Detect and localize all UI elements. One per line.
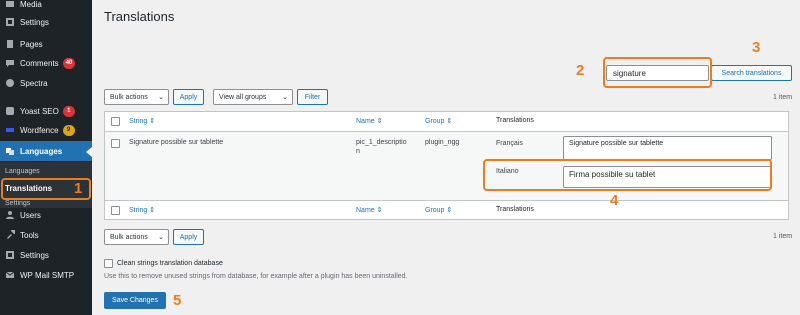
yoast-icon [5, 106, 15, 116]
sidebar-item-spectra[interactable]: Spectra [0, 73, 92, 93]
column-group-footer[interactable]: Group ⇕ [425, 206, 452, 214]
comments-icon [5, 58, 15, 68]
select-value: Bulk actions [110, 233, 148, 241]
sort-icon: ⇕ [149, 118, 156, 125]
wordfence-count-badge: 9 [62, 124, 75, 136]
tools-icon [5, 230, 15, 240]
group-cell: plugin_ngg [425, 139, 460, 146]
sort-icon: ⇕ [446, 118, 453, 125]
users-icon [5, 210, 15, 220]
sidebar-item-settings-top[interactable]: Settings [0, 12, 92, 32]
sort-icon: ⇕ [149, 207, 156, 214]
column-string-footer[interactable]: String ⇕ [129, 206, 155, 214]
languages-icon [5, 146, 15, 156]
annotation-number-5: 5 [173, 292, 182, 309]
sidebar-item-label: Wordfence [20, 125, 59, 135]
row-checkbox[interactable] [111, 139, 120, 148]
select-all-checkbox[interactable] [111, 117, 120, 126]
select-all-checkbox-footer[interactable] [111, 206, 120, 215]
submenu-languages[interactable]: Languages [5, 168, 40, 175]
clean-strings-note: Use this to remove unused strings from d… [104, 273, 408, 280]
mail-icon [5, 270, 15, 280]
sidebar-item-pages[interactable]: Pages [0, 34, 92, 54]
bulk-actions-select-top[interactable]: Bulk actions ⌄ [104, 89, 169, 105]
sidebar-item-wp-mail-smtp[interactable]: WP Mail SMTP [0, 265, 92, 285]
column-name-footer[interactable]: Name ⇕ [356, 206, 383, 214]
groups-filter-select[interactable]: View all groups ⌄ [213, 89, 293, 105]
clean-strings-checkbox[interactable] [104, 259, 113, 268]
sort-icon: ⇕ [376, 207, 383, 214]
sidebar-item-tools[interactable]: Tools [0, 225, 92, 245]
annotation-number-1: 1 [74, 180, 83, 197]
table-header: String ⇕ Name ⇕ Group ⇕ Translations [105, 112, 788, 132]
column-translations-footer: Translations [496, 206, 534, 213]
sort-icon: ⇕ [376, 118, 383, 125]
sidebar-item-settings[interactable]: Settings [0, 245, 92, 265]
table-footer: String ⇕ Name ⇕ Group ⇕ Translations [105, 200, 788, 220]
item-count-bottom: 1 item [773, 233, 793, 240]
sidebar-item-yoast[interactable]: Yoast SEO 1 [0, 101, 92, 121]
clean-strings-label: Clean strings translation database [117, 260, 223, 267]
sidebar-item-languages[interactable]: Languages [0, 141, 92, 161]
search-translations-button[interactable]: Search translations [711, 65, 792, 81]
spectra-icon [5, 78, 15, 88]
filter-button[interactable]: Filter [297, 89, 328, 105]
sidebar-item-label: Comments [20, 58, 59, 68]
column-label: Name [356, 207, 375, 214]
column-label: Name [356, 118, 375, 125]
settings-icon [5, 250, 15, 260]
media-icon [5, 0, 15, 9]
sidebar-item-wordfence[interactable]: Wordfence 9 [0, 120, 92, 140]
sidebar-item-label: Media [20, 0, 42, 9]
save-changes-button[interactable]: Save Changes [104, 292, 166, 309]
main-content: Translations signature Search translatio… [92, 0, 800, 315]
sidebar-item-label: Tools [20, 230, 39, 240]
name-cell-line-1: pic_1_descriptio [356, 139, 407, 146]
column-label: String [129, 118, 148, 125]
sidebar-item-label: WP Mail SMTP [20, 270, 75, 280]
language-label-fr: Français [496, 140, 523, 147]
sidebar-item-label: Settings [20, 17, 49, 27]
column-string[interactable]: String ⇕ [129, 117, 155, 125]
annotation-number-4: 4 [610, 192, 619, 209]
column-translations: Translations [496, 117, 534, 124]
chevron-down-icon: ⌄ [158, 234, 164, 241]
column-label: Group [425, 118, 445, 125]
annotation-box-search [603, 57, 712, 88]
name-cell-line-2: n [356, 148, 360, 155]
admin-sidebar: Media Settings Pages Comments 40 Spectra… [0, 0, 92, 315]
comments-count-badge: 40 [62, 57, 76, 69]
sidebar-item-label: Languages [20, 146, 63, 156]
apply-button-bottom[interactable]: Apply [173, 229, 204, 245]
chevron-down-icon: ⌄ [282, 94, 288, 101]
column-name[interactable]: Name ⇕ [356, 117, 383, 125]
sidebar-item-label: Settings [20, 250, 49, 260]
page-title: Translations [104, 9, 175, 24]
sidebar-item-users[interactable]: Users [0, 205, 92, 225]
sidebar-item-comments[interactable]: Comments 40 [0, 53, 92, 73]
item-count-top: 1 item [773, 94, 793, 101]
sort-icon: ⇕ [446, 207, 453, 214]
annotation-number-3: 3 [752, 39, 761, 56]
apply-button-top[interactable]: Apply [173, 89, 204, 105]
yoast-count-badge: 1 [62, 105, 75, 117]
select-value: View all groups [219, 93, 267, 101]
sidebar-item-label: Yoast SEO [20, 106, 59, 116]
translation-field-fr[interactable]: Signature possible sur tablette [563, 136, 772, 160]
sidebar-item-label: Spectra [20, 78, 48, 88]
pages-icon [5, 39, 15, 49]
string-cell: Signature possible sur tablette [129, 139, 224, 146]
column-group[interactable]: Group ⇕ [425, 117, 452, 125]
bulk-actions-select-bottom[interactable]: Bulk actions ⌄ [104, 229, 169, 245]
column-label: String [129, 207, 148, 214]
sidebar-item-label: Users [20, 210, 41, 220]
select-value: Bulk actions [110, 93, 148, 101]
column-label: Group [425, 207, 445, 214]
wordfence-icon [5, 125, 15, 135]
sidebar-item-label: Pages [20, 39, 43, 49]
chevron-down-icon: ⌄ [158, 94, 164, 101]
annotation-number-2: 2 [576, 62, 585, 79]
settings-icon [5, 17, 15, 27]
annotation-box-translation [483, 159, 772, 191]
